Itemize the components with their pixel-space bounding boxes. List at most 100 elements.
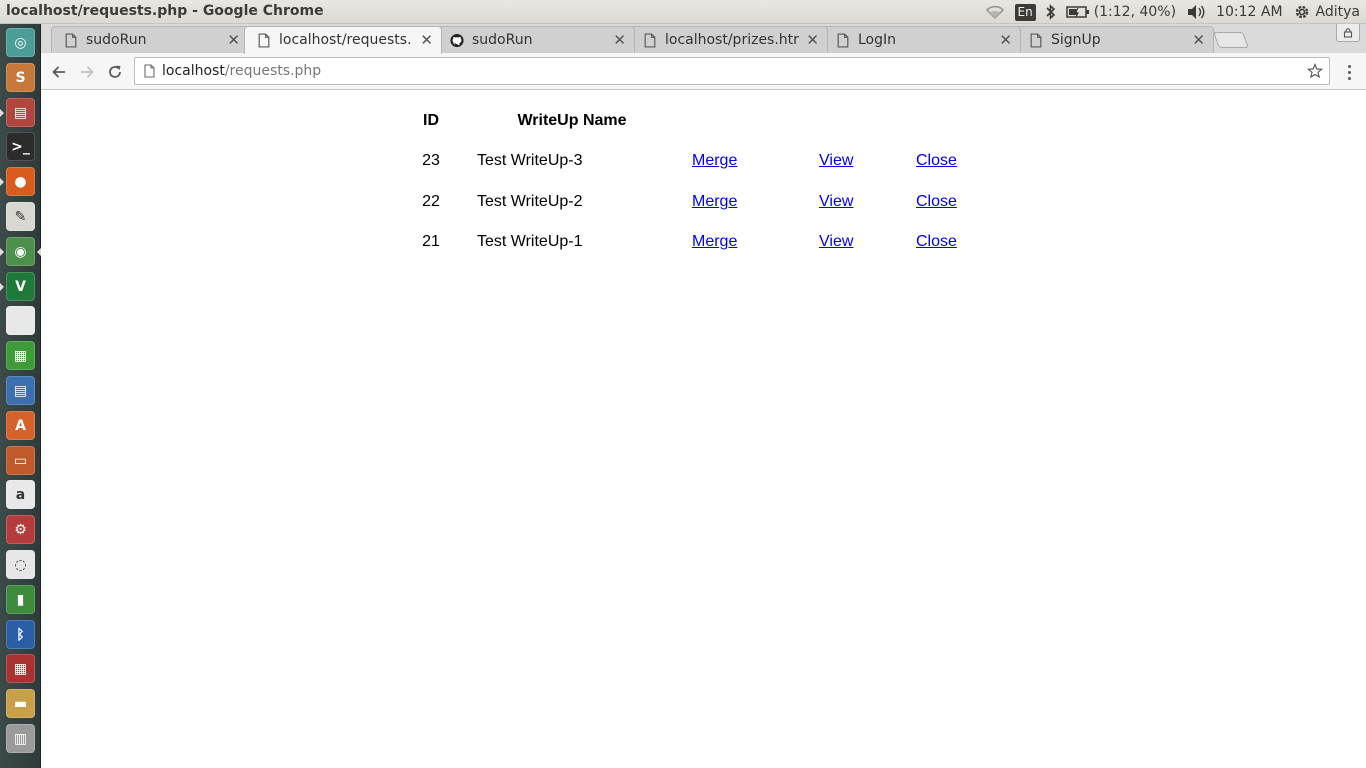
tab[interactable]: localhost/prizes.htr ✕ <box>630 26 828 53</box>
tab-title: localhost/prizes.htr <box>665 32 799 48</box>
header-id: ID <box>423 112 439 129</box>
user-profile-icon <box>1343 27 1353 38</box>
address-bar[interactable]: localhost/requests.php <box>134 57 1330 85</box>
libreoffice-calc-icon[interactable]: ▦ <box>6 341 35 370</box>
battery-indicator[interactable]: (1:12, 40%) <box>1065 4 1176 20</box>
github-icon <box>450 33 464 48</box>
ubuntu-one-icon[interactable]: ◌ <box>6 550 35 579</box>
volume-icon[interactable] <box>1186 4 1206 20</box>
url-host: localhost <box>162 63 225 79</box>
header-writeup-name: WriteUp Name <box>517 112 627 129</box>
row-writeup-name: Test WriteUp-3 <box>477 152 583 169</box>
view-link[interactable]: View <box>819 193 853 210</box>
url-path: /requests.php <box>224 63 322 79</box>
launcher-glyph: ✎ <box>14 208 27 225</box>
launcher-glyph: ▮ <box>16 591 25 608</box>
keyboard-layout-label: En <box>1014 3 1036 21</box>
libreoffice-writer-icon[interactable]: ▤ <box>6 376 35 405</box>
tab[interactable]: localhost/requests. ✕ <box>244 26 442 54</box>
system-settings-icon[interactable]: ⚙ <box>6 515 35 544</box>
row-writeup-name: Test WriteUp-2 <box>477 193 583 210</box>
workspace-switcher-icon[interactable]: ▦ <box>6 654 35 683</box>
chrome-menu-button[interactable] <box>1342 62 1356 82</box>
back-button[interactable] <box>49 62 69 82</box>
launcher-glyph: ▥ <box>13 730 28 747</box>
software-center-icon[interactable]: A <box>6 411 35 440</box>
launcher-glyph: ᛒ <box>16 626 25 643</box>
close-icon[interactable]: ✕ <box>806 31 819 49</box>
launcher-glyph: ▤ <box>13 104 28 121</box>
terminal-icon[interactable]: >_ <box>6 132 35 161</box>
address-url[interactable]: localhost/requests.php <box>162 63 321 79</box>
session-menu[interactable]: Aditya <box>1293 3 1360 21</box>
view-cell: View <box>814 175 910 213</box>
tab[interactable]: sudoRun ✕ <box>51 26 249 53</box>
firefox-icon[interactable]: ● <box>6 167 35 196</box>
close-link[interactable]: Close <box>916 233 957 250</box>
battery-tool-icon[interactable]: ▮ <box>6 585 35 614</box>
arrow-left-icon <box>52 66 65 78</box>
close-icon[interactable]: ✕ <box>1192 31 1205 49</box>
merge-link[interactable]: Merge <box>692 233 737 250</box>
running-indicator <box>0 109 4 117</box>
text-editor-icon[interactable]: ✎ <box>6 202 35 231</box>
page-icon <box>65 33 77 48</box>
view-link[interactable]: View <box>819 233 853 250</box>
tab-strip: SignUp ✕ LogIn ✕ localhost/prizes.htr ✕ sudoRu… <box>41 24 1366 54</box>
tab[interactable]: SignUp ✕ <box>1016 26 1214 53</box>
keyboard-layout-indicator[interactable]: En <box>1014 3 1036 21</box>
tab[interactable]: LogIn ✕ <box>823 26 1021 53</box>
running-indicator <box>0 283 4 291</box>
close-icon[interactable]: ✕ <box>420 31 433 49</box>
merge-cell: Merge <box>682 215 812 253</box>
close-icon[interactable]: ✕ <box>999 31 1012 49</box>
tab-title: localhost/requests. <box>279 32 412 48</box>
table-row: 22 Test WriteUp-2 Merge View Close <box>402 175 1012 213</box>
blank-document-icon[interactable] <box>6 306 35 335</box>
new-tab-button[interactable] <box>1213 32 1249 48</box>
system-tray: En (1:12, 40%) 10:12 AM Aditya <box>985 0 1366 24</box>
launcher-glyph: ▦ <box>13 660 28 677</box>
page-icon <box>644 33 656 48</box>
clock-time: 10:12 AM <box>1216 4 1283 20</box>
view-cell: View <box>814 135 910 173</box>
launcher-glyph: ◌ <box>14 556 27 573</box>
row-id: 21 <box>422 233 440 250</box>
row-id: 22 <box>422 193 440 210</box>
menu-dot-icon <box>1347 70 1351 74</box>
tab[interactable]: sudoRun ✕ <box>437 26 635 53</box>
close-link[interactable]: Close <box>916 193 957 210</box>
file-manager-icon[interactable]: ▤ <box>6 98 35 127</box>
view-link[interactable]: View <box>819 152 853 169</box>
chrome-icon[interactable]: ◉ <box>6 237 35 266</box>
table-header-row: ID WriteUp Name <box>402 109 1012 133</box>
bluetooth-indicator-icon[interactable] <box>1046 4 1056 20</box>
close-link[interactable]: Close <box>916 152 957 169</box>
bluetooth-icon[interactable]: ᛒ <box>6 620 35 649</box>
menu-dot-icon <box>1347 64 1351 68</box>
close-icon[interactable]: ✕ <box>227 31 240 49</box>
view-cell: View <box>814 215 910 253</box>
amazon-icon[interactable]: a <box>6 480 35 509</box>
merge-link[interactable]: Merge <box>692 193 737 210</box>
ubuntu-dash-icon[interactable]: ◎ <box>6 28 35 57</box>
libreoffice-impress-icon[interactable]: ▭ <box>6 446 35 475</box>
user-name: Aditya <box>1315 4 1360 20</box>
close-icon[interactable]: ✕ <box>613 31 626 49</box>
reload-button[interactable] <box>105 62 125 82</box>
wifi-icon[interactable] <box>985 4 1005 20</box>
trash-icon[interactable]: ▥ <box>6 724 35 753</box>
merge-link[interactable]: Merge <box>692 152 737 169</box>
launcher-glyph: ▤ <box>13 382 28 399</box>
sublime-text-icon[interactable]: S <box>6 63 35 92</box>
forward-button[interactable] <box>77 62 97 82</box>
page-icon <box>837 33 849 48</box>
bookmark-star-icon[interactable] <box>1307 63 1323 79</box>
profile-button[interactable] <box>1336 24 1360 42</box>
vim-icon[interactable]: V <box>6 272 35 301</box>
merge-cell: Merge <box>682 135 812 173</box>
launcher-glyph: a <box>15 486 26 503</box>
clock[interactable]: 10:12 AM <box>1216 4 1282 20</box>
running-indicator <box>0 248 4 256</box>
scanner-icon[interactable]: ▬ <box>6 689 35 718</box>
